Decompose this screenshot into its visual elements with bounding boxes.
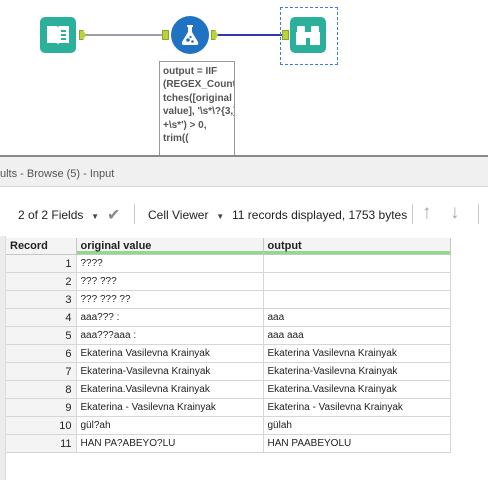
output-cell[interactable]: gülah (263, 416, 451, 435)
original-value-cell[interactable]: aaa???aaa : (76, 326, 264, 345)
connection-formula-to-browse[interactable] (218, 34, 282, 36)
results-titlebar: ults - Browse (5) - Input (0, 157, 488, 187)
binoculars-icon (296, 26, 320, 45)
results-toolbar: 2 of 2 Fields ▼ ✔ Cell Viewer ▼ 11 recor… (0, 192, 488, 234)
table-row[interactable]: 6 Ekaterina Vasilevna Krainyak Ekaterina V… (6, 344, 451, 363)
chevron-down-icon: ▼ (211, 212, 225, 221)
formula-output-anchor[interactable] (211, 30, 218, 40)
output-cell[interactable]: aaa aaa (263, 326, 451, 345)
original-value-cell[interactable]: gül?ah (76, 416, 264, 435)
original-value-cell[interactable]: Ekaterina - Vasilevna Krainyak (76, 398, 264, 417)
records-info: 11 records displayed, 1753 bytes (232, 208, 408, 222)
output-cell[interactable]: HAN PAABEYOLU (263, 434, 451, 453)
table-row[interactable]: 8 Ekaterina.Vasilevna Krainyak Ekaterina.V… (6, 380, 451, 399)
chevron-down-icon: ▼ (86, 212, 100, 221)
column-header-original-value[interactable]: original value (76, 238, 264, 255)
toolbar-separator (134, 204, 135, 224)
original-value-cell[interactable]: ???? (76, 254, 264, 273)
column-header-record[interactable]: Record (6, 238, 77, 255)
formula-annotation: output = IIF (REGEX_CountMa tches([origi… (159, 61, 235, 156)
input-output-anchor[interactable] (79, 30, 86, 40)
formula-tool[interactable] (171, 16, 209, 54)
output-cell[interactable]: Ekaterina - Vasilevna Krainyak (263, 398, 451, 417)
output-cell[interactable]: Ekaterina Vasilevna Krainyak (263, 344, 451, 363)
record-cell[interactable]: 7 (6, 362, 77, 381)
grid-header-row: Record original value output (6, 238, 451, 255)
toolbar-separator (478, 204, 479, 224)
input-data-tool[interactable] (40, 17, 76, 53)
workflow-canvas[interactable]: output = IIF (REGEX_CountMa tches([origi… (0, 0, 488, 156)
table-row[interactable]: 11 HAN PA?ABEYO?LU HAN PAABEYOLU (6, 434, 451, 453)
record-cell[interactable]: 4 (6, 308, 77, 327)
fields-dropdown[interactable]: 2 of 2 Fields ▼ (18, 208, 99, 222)
cell-viewer-dropdown[interactable]: Cell Viewer ▼ (148, 208, 224, 222)
results-title: ults - Browse (5) - Input (0, 168, 115, 180)
connection-input-to-formula[interactable] (86, 34, 162, 36)
arrow-down-icon[interactable]: ↓ (450, 202, 460, 224)
table-row[interactable]: 3??? ??? ?? (6, 290, 451, 309)
record-cell[interactable]: 8 (6, 380, 77, 399)
output-cell[interactable]: Ekaterina.Vasilevna Krainyak (263, 380, 451, 399)
record-cell[interactable]: 6 (6, 344, 77, 363)
record-cell[interactable]: 5 (6, 326, 77, 345)
results-grid[interactable]: Record original value output 1???? 2??? ?… (6, 238, 451, 453)
output-cell[interactable] (263, 290, 451, 309)
output-cell[interactable] (263, 254, 451, 273)
output-cell[interactable]: Ekaterina-Vasilevna Krainyak (263, 362, 451, 381)
original-value-cell[interactable]: Ekaterina.Vasilevna Krainyak (76, 380, 264, 399)
browse-input-anchor[interactable] (282, 30, 289, 40)
fields-dropdown-label: 2 of 2 Fields (18, 208, 84, 222)
output-cell[interactable]: aaa (263, 308, 451, 327)
original-value-cell[interactable]: ??? ??? ?? (76, 290, 264, 309)
table-row[interactable]: 9 Ekaterina - Vasilevna Krainyak Ekaterina… (6, 398, 451, 417)
table-row[interactable]: 7 Ekaterina-Vasilevna Krainyak Ekaterina-V… (6, 362, 451, 381)
record-cell[interactable]: 1 (6, 254, 77, 273)
formula-input-anchor[interactable] (162, 30, 169, 40)
arrow-up-icon[interactable]: ↑ (422, 202, 432, 224)
record-cell[interactable]: 3 (6, 290, 77, 309)
original-value-cell[interactable]: aaa??? : (76, 308, 264, 327)
table-row[interactable]: 4 aaa??? : aaa (6, 308, 451, 327)
output-cell[interactable] (263, 272, 451, 291)
browse-tool[interactable] (290, 17, 326, 53)
column-header-output[interactable]: output (263, 238, 451, 255)
book-icon (47, 26, 69, 45)
checkmark-icon[interactable]: ✔ (107, 205, 120, 225)
original-value-cell[interactable]: HAN PA?ABEYO?LU (76, 434, 264, 453)
table-row[interactable]: 10 gül?ah gülah (6, 416, 451, 435)
table-row[interactable]: 1???? (6, 254, 451, 273)
cell-viewer-label: Cell Viewer (148, 208, 209, 222)
table-row[interactable]: 5 aaa???aaa : aaa aaa (6, 326, 451, 345)
record-cell[interactable]: 2 (6, 272, 77, 291)
table-row[interactable]: 2??? ??? (6, 272, 451, 291)
record-cell[interactable]: 10 (6, 416, 77, 435)
flask-icon (181, 25, 199, 45)
original-value-cell[interactable]: Ekaterina Vasilevna Krainyak (76, 344, 264, 363)
record-cell[interactable]: 11 (6, 434, 77, 453)
original-value-cell[interactable]: Ekaterina-Vasilevna Krainyak (76, 362, 264, 381)
record-cell[interactable]: 9 (6, 398, 77, 417)
toolbar-separator (412, 204, 413, 224)
original-value-cell[interactable]: ??? ??? (76, 272, 264, 291)
